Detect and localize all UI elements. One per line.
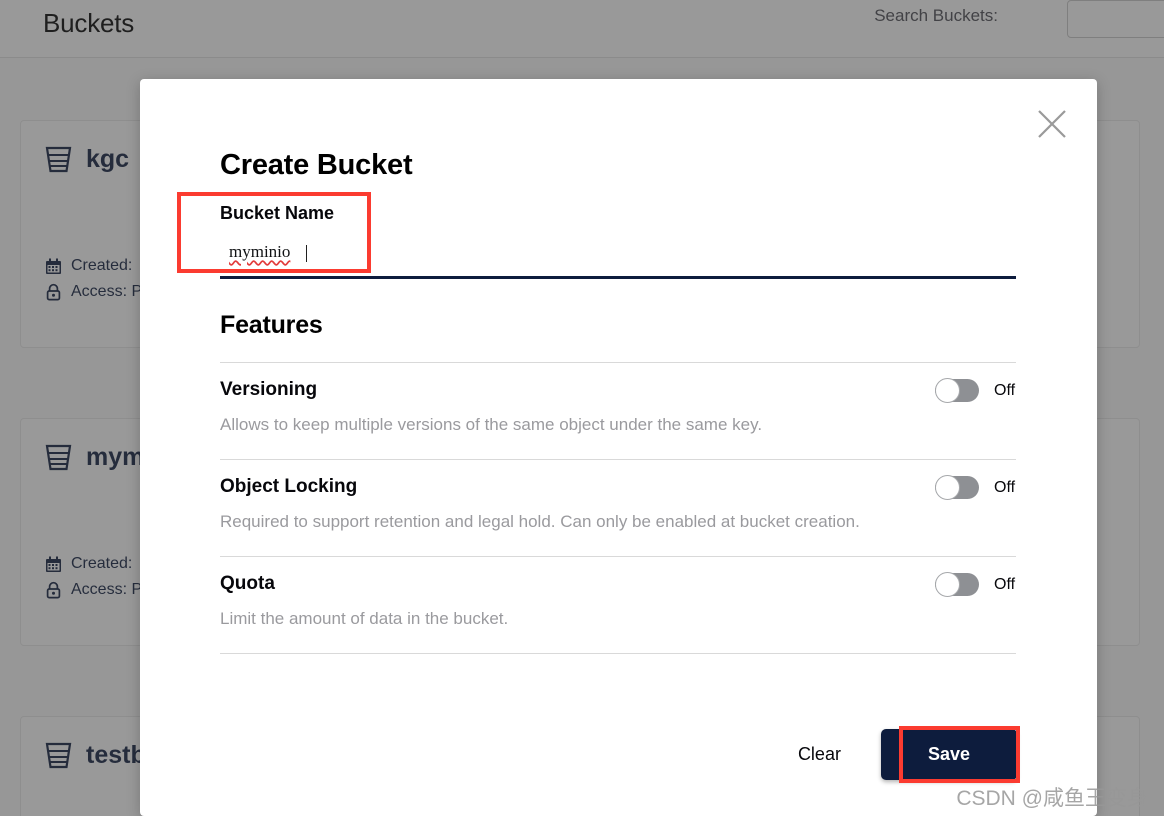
modal-actions: Clear Save	[796, 729, 1017, 780]
feature-row-object-locking: Object Locking Off Required to support r…	[220, 460, 1016, 538]
feature-toggle-group: Off	[935, 377, 1016, 403]
feature-name: Object Locking	[220, 476, 358, 497]
feature-description: Limit the amount of data in the bucket.	[220, 609, 509, 628]
text-caret	[306, 245, 307, 262]
bucket-name-label: Bucket Name	[220, 203, 335, 223]
versioning-toggle-state: Off	[994, 381, 1016, 399]
create-bucket-modal: Create Bucket Bucket Name myminio Featur…	[140, 79, 1097, 816]
feature-header: Versioning Off	[220, 377, 1016, 403]
feature-toggle-group: Off	[935, 571, 1016, 597]
feature-row-quota: Quota Off Limit the amount of data in th…	[220, 557, 1016, 635]
feature-row-versioning: Versioning Off Allows to keep multiple v…	[220, 363, 1016, 441]
versioning-toggle[interactable]	[935, 378, 979, 403]
features-section-title: Features	[220, 311, 323, 339]
quota-toggle[interactable]	[935, 572, 979, 597]
object-locking-toggle[interactable]	[935, 475, 979, 500]
watermark: CSDN @咸鱼王变身	[956, 787, 1148, 810]
feature-description: Allows to keep multiple versions of the …	[220, 415, 763, 434]
feature-description: Required to support retention and legal …	[220, 512, 860, 531]
feature-toggle-group: Off	[935, 474, 1016, 500]
close-icon[interactable]	[1034, 106, 1070, 142]
toggle-knob	[935, 475, 960, 500]
app-screen: Buckets Search Buckets: kgc	[0, 0, 1164, 816]
modal-title: Create Bucket	[220, 149, 413, 181]
quota-toggle-state: Off	[994, 575, 1016, 593]
toggle-knob	[935, 572, 960, 597]
feature-name: Versioning	[220, 379, 318, 400]
object-locking-toggle-state: Off	[994, 478, 1016, 496]
clear-button[interactable]: Clear	[796, 738, 843, 771]
bucket-name-field[interactable]: myminio	[220, 242, 1016, 279]
toggle-knob	[935, 378, 960, 403]
feature-name: Quota	[220, 573, 275, 594]
save-button[interactable]: Save	[880, 729, 1017, 780]
bucket-name-value[interactable]: myminio	[229, 242, 290, 262]
divider	[220, 653, 1016, 654]
feature-header: Quota Off	[220, 571, 1016, 597]
modal-content: Create Bucket Bucket Name myminio Featur…	[220, 149, 1016, 654]
feature-header: Object Locking Off	[220, 474, 1016, 500]
